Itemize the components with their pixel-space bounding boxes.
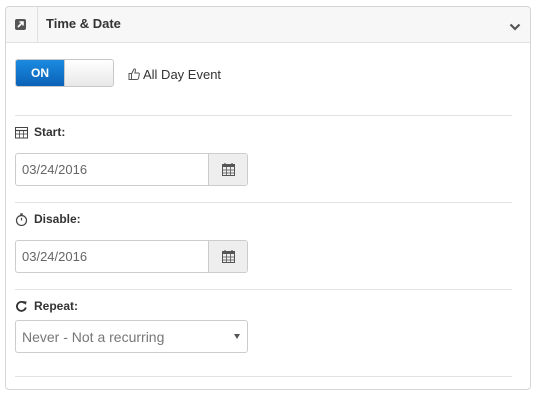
calendar-table-icon xyxy=(15,126,28,139)
caret-down-icon xyxy=(234,334,240,339)
divider xyxy=(15,376,512,377)
calendar-icon xyxy=(222,163,235,176)
toggle-handle[interactable] xyxy=(64,60,113,86)
disable-label: Disable: xyxy=(15,212,81,226)
disable-label-text: Disable: xyxy=(34,212,81,226)
disable-date-value[interactable]: 03/24/2016 xyxy=(22,249,87,264)
repeat-select[interactable]: Never - Not a recurring xyxy=(15,320,248,353)
all-day-toggle[interactable]: ON xyxy=(15,59,114,87)
disable-date-input[interactable]: 03/24/2016 xyxy=(15,240,248,273)
divider xyxy=(15,289,512,290)
stopwatch-icon xyxy=(15,212,28,226)
start-date-value[interactable]: 03/24/2016 xyxy=(22,162,87,177)
start-label: Start: xyxy=(15,125,65,139)
chevron-down-icon[interactable] xyxy=(509,19,521,31)
panel-title: Time & Date xyxy=(46,16,121,31)
divider xyxy=(15,202,512,203)
divider xyxy=(15,115,512,116)
start-label-text: Start: xyxy=(34,125,66,139)
disable-calendar-button[interactable] xyxy=(208,241,247,272)
external-link-square-icon xyxy=(15,19,26,30)
thumbs-up-icon xyxy=(127,67,141,81)
start-calendar-button[interactable] xyxy=(208,154,247,185)
toggle-on-label: ON xyxy=(16,60,64,86)
panel-header[interactable]: Time & Date xyxy=(6,7,530,43)
refresh-icon xyxy=(15,300,28,313)
panel-header-icon-box xyxy=(6,7,38,42)
calendar-icon xyxy=(222,250,235,263)
repeat-label-text: Repeat: xyxy=(34,299,79,313)
start-date-input[interactable]: 03/24/2016 xyxy=(15,153,248,186)
repeat-label: Repeat: xyxy=(15,299,78,313)
all-day-label: All Day Event xyxy=(143,67,222,82)
repeat-selected-value: Never - Not a recurring xyxy=(22,329,165,345)
